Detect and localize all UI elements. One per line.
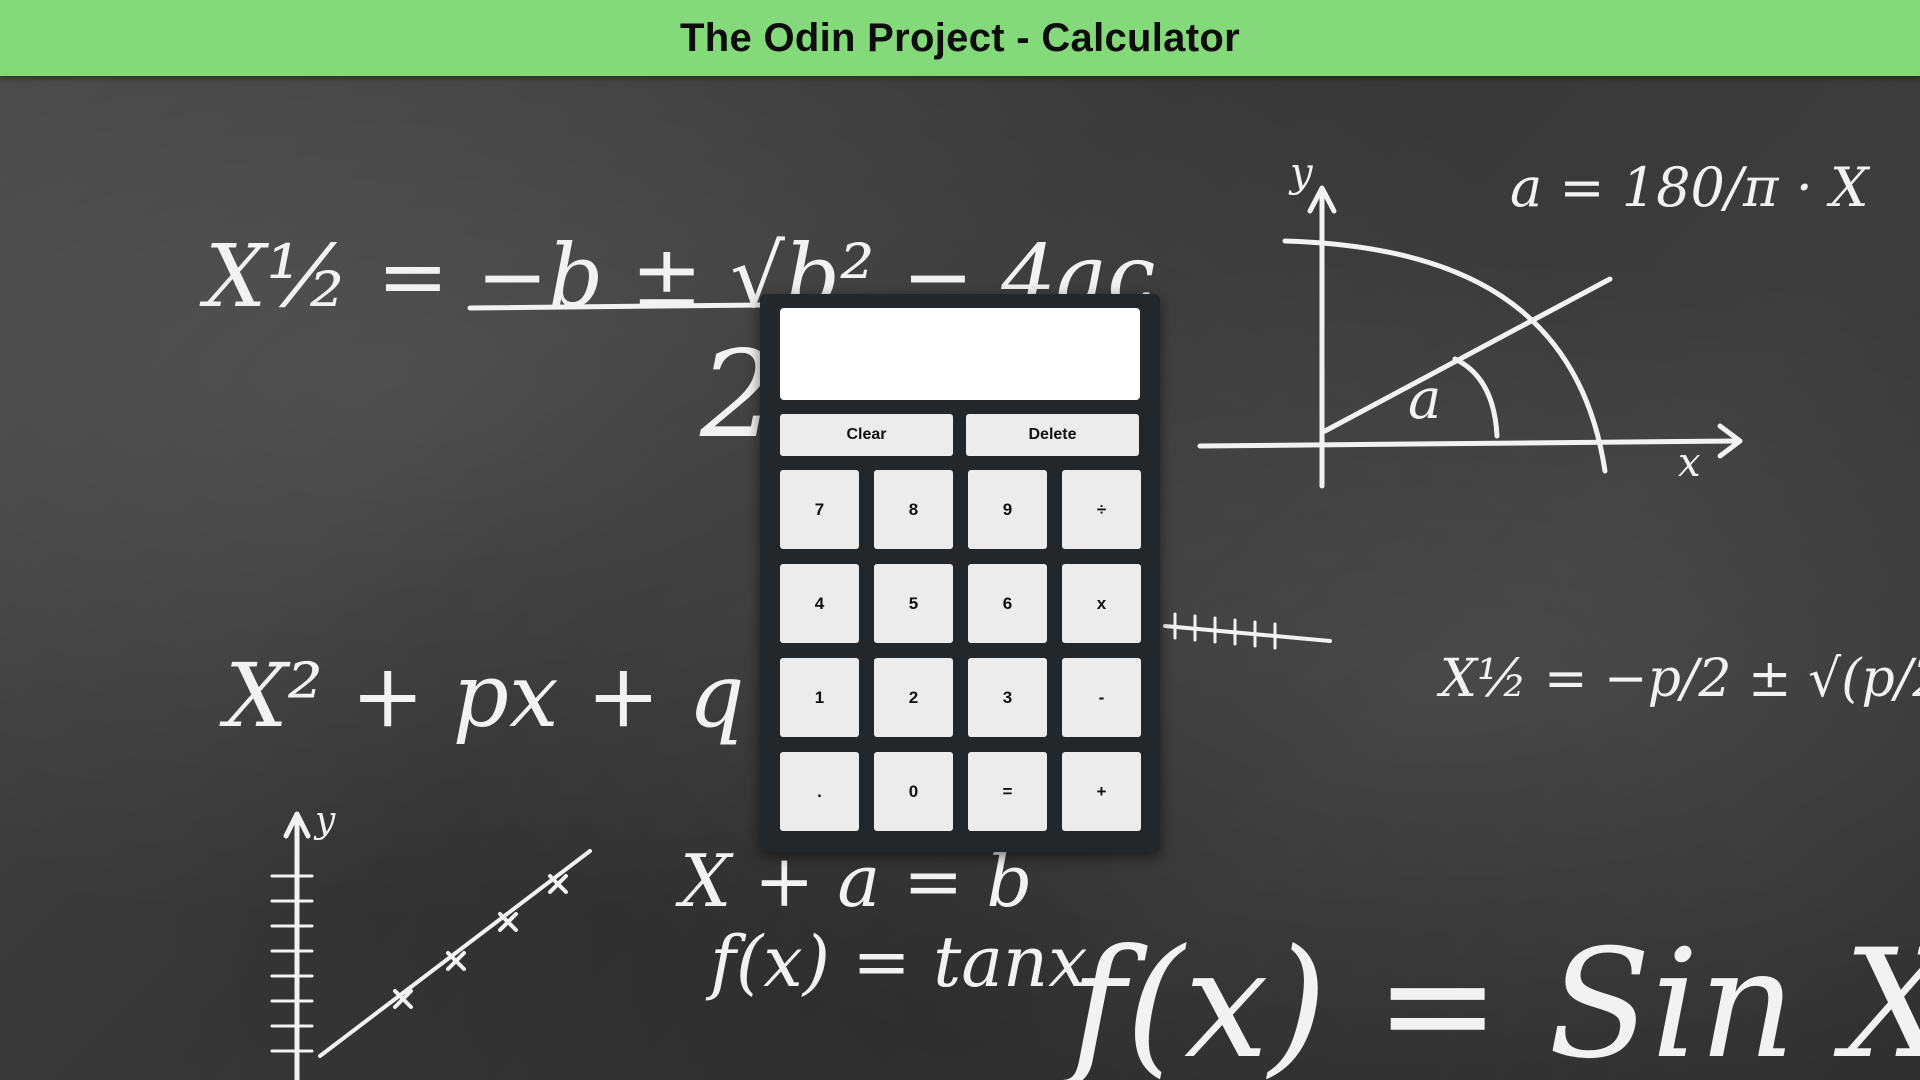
key-5-button[interactable]: 5 (874, 564, 953, 643)
calculator: Clear Delete 7 8 9 ÷ 4 5 6 x 1 2 3-. 0 = + (760, 294, 1160, 852)
app-header: The Odin Project - Calculator (0, 0, 1920, 76)
key-1-button[interactable]: 1 (780, 658, 859, 737)
key-multiply-button[interactable]: x (1062, 564, 1141, 643)
key-9-button[interactable]: 9 (968, 470, 1047, 549)
chalk-graph-scatter: y (270, 800, 592, 1080)
key-subtract-button[interactable]: - (1062, 658, 1141, 737)
key-decimal-button[interactable]: . (780, 752, 859, 831)
key-6-button[interactable]: 6 (968, 564, 1047, 643)
page-title: The Odin Project - Calculator (680, 15, 1240, 60)
key-4-button[interactable]: 4 (780, 564, 859, 643)
chalk-formula-pq-solution: X½ = −p/2 ± √(p/2)² − q (1436, 649, 1920, 709)
svg-text:y: y (1288, 150, 1314, 196)
key-2-button[interactable]: 2 (874, 658, 953, 737)
calculator-display (780, 308, 1140, 400)
delete-button[interactable]: Delete (966, 414, 1139, 456)
key-0-button[interactable]: 0 (874, 752, 953, 831)
key-divide-button[interactable]: ÷ (1062, 470, 1141, 549)
chalk-formula-sin: f(x) = Sin X (1060, 918, 1920, 1080)
svg-text:a: a (1408, 367, 1441, 432)
key-8-button[interactable]: 8 (874, 470, 953, 549)
key-add-button[interactable]: + (1062, 752, 1141, 831)
key-3-button[interactable]: 3 (968, 658, 1047, 737)
chalk-formula-angle: a = 180/π · X (1510, 156, 1871, 219)
key-7-button[interactable]: 7 (780, 470, 859, 549)
keypad: 7 8 9 ÷ 4 5 6 x 1 2 3-. 0 = + (780, 470, 1141, 831)
svg-text:y: y (313, 800, 336, 841)
key-equals-button[interactable]: = (968, 752, 1047, 831)
chalk-formula-tan: f(x) = tanx (705, 921, 1088, 1003)
svg-text:x: x (1678, 440, 1701, 486)
clear-button[interactable]: Clear (780, 414, 953, 456)
